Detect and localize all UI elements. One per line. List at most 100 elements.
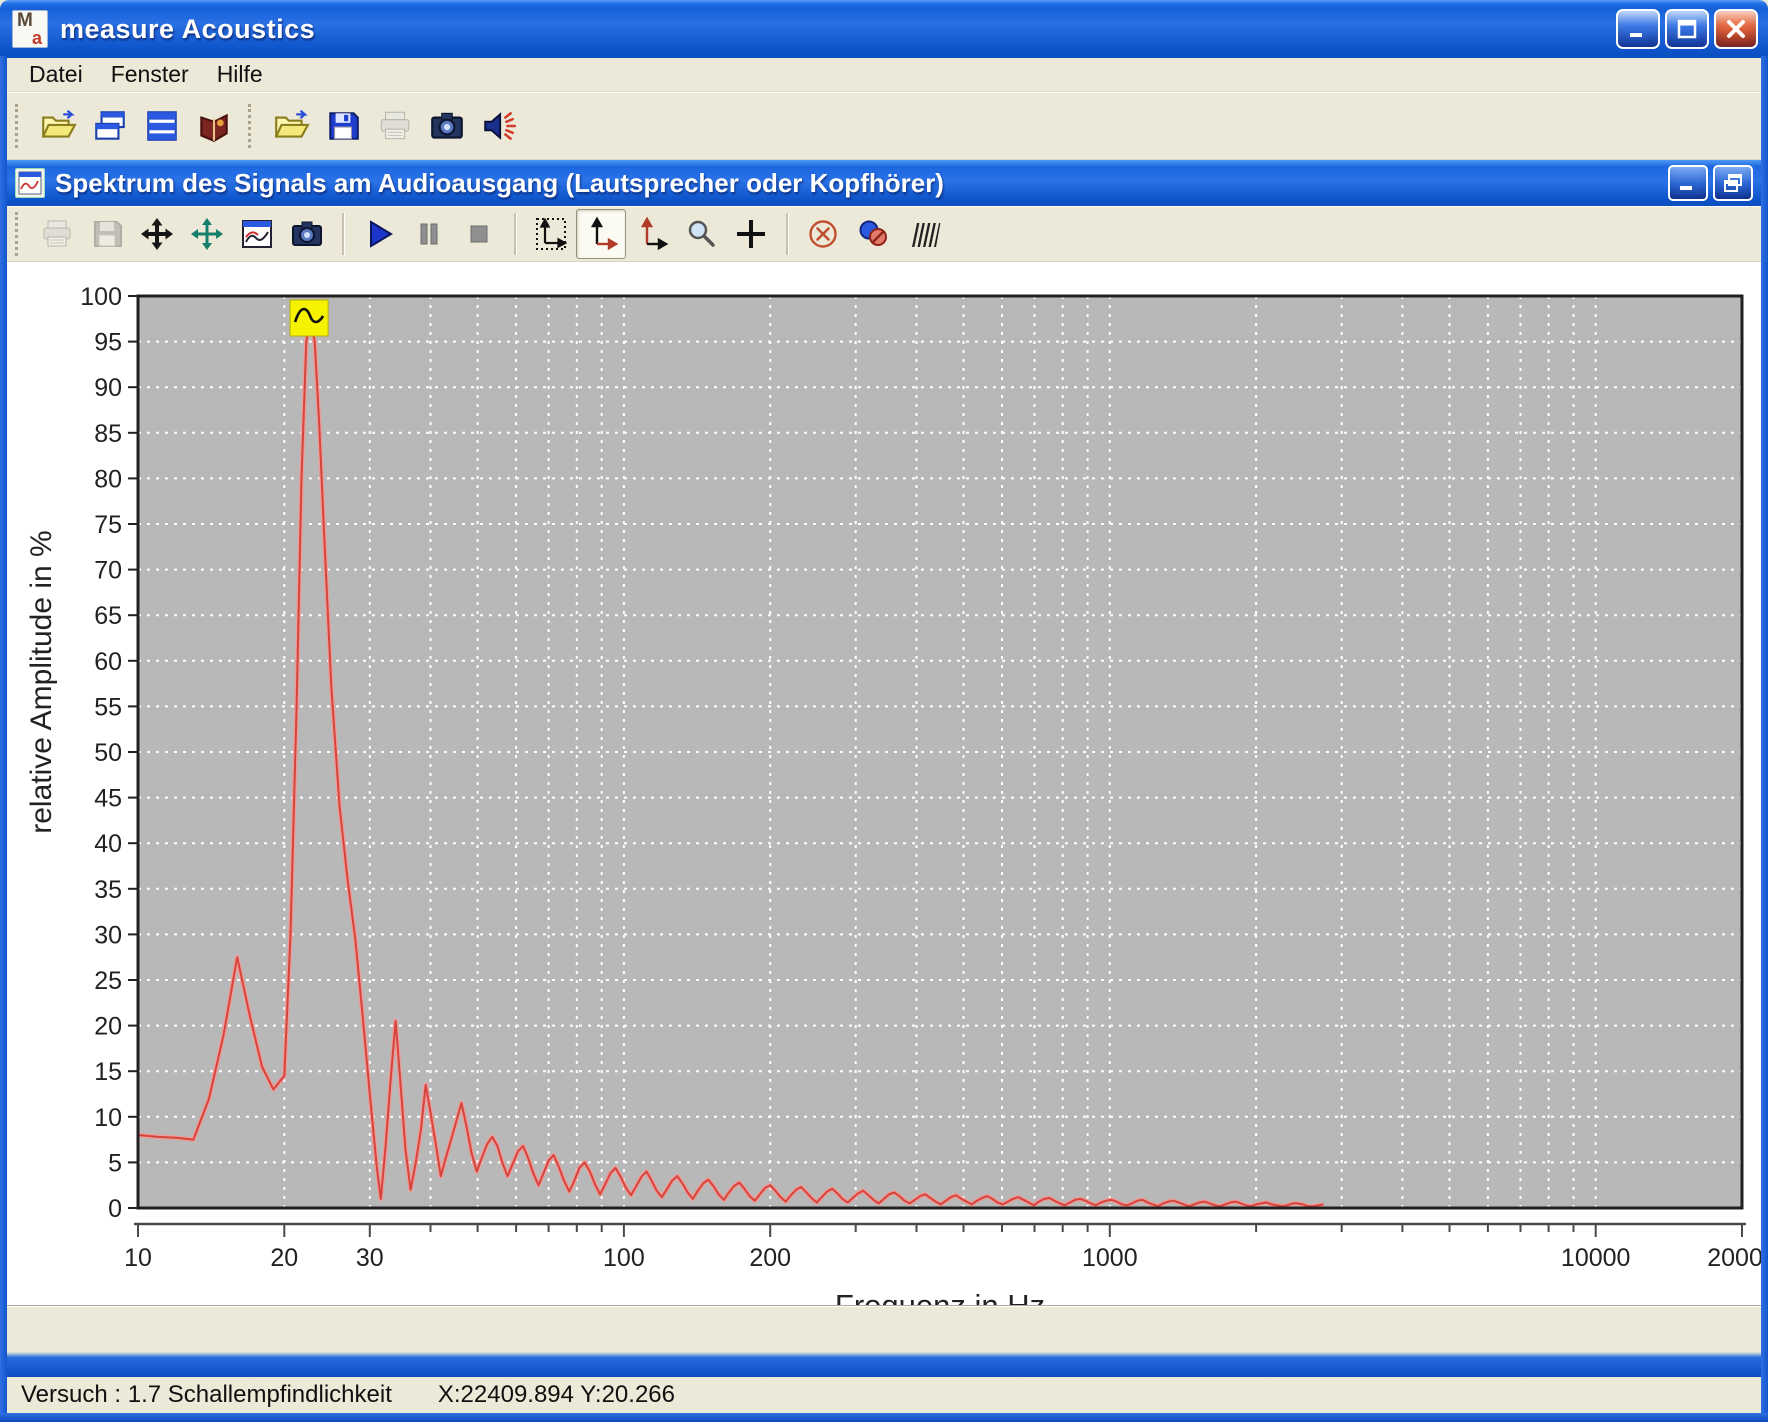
chart-toolbar (7, 206, 1761, 262)
curve-color-icon (855, 216, 891, 252)
pause-measurement-button[interactable] (404, 209, 454, 259)
status-experiment: Versuch : 1.7 Schallempfindlichkeit (21, 1381, 392, 1409)
cascade-windows-button[interactable] (84, 98, 136, 154)
svg-text:10000: 10000 (1561, 1244, 1631, 1272)
toolbar-grip[interactable] (15, 212, 18, 256)
svg-text:65: 65 (94, 602, 122, 630)
svg-text:100: 100 (80, 283, 122, 311)
mdi-background (7, 1352, 1761, 1377)
open-folder-icon (39, 107, 77, 145)
stop-measurement-button[interactable] (454, 209, 504, 259)
play-icon (361, 216, 397, 252)
snapshot-button[interactable] (421, 98, 473, 154)
svg-text:35: 35 (94, 876, 122, 904)
zoom-button[interactable] (676, 209, 726, 259)
svg-text:45: 45 (94, 785, 122, 813)
open-measurement-button[interactable] (265, 98, 317, 154)
pan-axes-button[interactable] (182, 209, 232, 259)
scale-y-axis-button[interactable] (576, 209, 626, 259)
child-minimize-button[interactable] (1668, 165, 1708, 201)
child-status-strip (7, 1305, 1761, 1352)
scale-x-axis-button[interactable] (626, 209, 676, 259)
spectrum-window-controls (1668, 165, 1753, 201)
child-restore-button[interactable] (1713, 165, 1753, 201)
sound-output-button[interactable] (473, 98, 525, 154)
svg-text:60: 60 (94, 648, 122, 676)
window-titlebar[interactable]: M a measure Acoustics (0, 0, 1768, 58)
spectrum-window-titlebar[interactable]: Spektrum des Signals am Audioausgang (La… (7, 160, 1761, 206)
menu-datei[interactable]: Datei (15, 61, 97, 88)
save-floppy-icon (89, 216, 125, 252)
tile-windows-button[interactable] (136, 98, 188, 154)
save-floppy-icon (324, 107, 362, 145)
svg-text:80: 80 (94, 465, 122, 493)
curve-color-button[interactable] (848, 209, 898, 259)
chart-snapshot-button[interactable] (282, 209, 332, 259)
spectrum-window-title: Spektrum des Signals am Audioausgang (La… (55, 168, 944, 199)
crosshair-icon (733, 216, 769, 252)
save-button[interactable] (317, 98, 369, 154)
maximize-button[interactable] (1665, 9, 1709, 49)
chart-area[interactable]: 0510152025303540455055606570758085909510… (7, 262, 1761, 1305)
toolbar-separator (786, 213, 788, 255)
print-icon (39, 216, 75, 252)
start-measurement-button[interactable] (354, 209, 404, 259)
pan-axes-icon (189, 216, 225, 252)
spectrum-chart[interactable]: 0510152025303540455055606570758085909510… (7, 262, 1761, 1305)
menubar: Datei Fenster Hilfe (7, 58, 1761, 92)
circled-x-icon (805, 216, 841, 252)
svg-text:20: 20 (94, 1013, 122, 1041)
svg-text:50: 50 (94, 739, 122, 767)
close-button[interactable] (1714, 9, 1758, 49)
window-controls (1616, 9, 1758, 49)
minimize-icon (1676, 171, 1700, 195)
pause-icon (411, 216, 447, 252)
graph-settings-button[interactable] (232, 209, 282, 259)
svg-text:40: 40 (94, 830, 122, 858)
minimize-button[interactable] (1616, 9, 1660, 49)
svg-text:70: 70 (94, 557, 122, 585)
svg-text:30: 30 (94, 921, 122, 949)
crosshair-button[interactable] (726, 209, 776, 259)
menu-fenster[interactable]: Fenster (97, 61, 203, 88)
axes-x-icon (633, 216, 669, 252)
svg-text:55: 55 (94, 693, 122, 721)
pan-arrows-icon (139, 216, 175, 252)
menu-hilfe[interactable]: Hilfe (203, 61, 277, 88)
scale-axes-select-button[interactable] (526, 209, 576, 259)
main-toolbar (7, 92, 1761, 160)
spectrum-window: Spektrum des Signals am Audioausgang (La… (7, 160, 1761, 1352)
print-icon (376, 107, 414, 145)
toolbar-grip[interactable] (15, 104, 18, 148)
curve-list-button[interactable] (898, 209, 948, 259)
svg-text:5: 5 (108, 1149, 122, 1177)
axes-selection-icon (533, 216, 569, 252)
app-icon: M a (12, 10, 48, 48)
svg-text:30: 30 (356, 1244, 384, 1272)
svg-text:15: 15 (94, 1058, 122, 1086)
help-button[interactable] (188, 98, 240, 154)
svg-text:10: 10 (94, 1104, 122, 1132)
pan-button[interactable] (132, 209, 182, 259)
delete-curve-button[interactable] (798, 209, 848, 259)
toolbar-grip[interactable] (248, 104, 251, 148)
status-bar: Versuch : 1.7 Schallempfindlichkeit X:22… (7, 1377, 1761, 1413)
minimize-icon (1625, 16, 1651, 42)
chart-save-button[interactable] (82, 209, 132, 259)
close-icon (1723, 16, 1749, 42)
svg-text:Frequenz in Hz: Frequenz in Hz (835, 1288, 1045, 1305)
open-experiment-button[interactable] (32, 98, 84, 154)
axes-y-icon (583, 216, 619, 252)
toolbar-separator (514, 213, 516, 255)
chart-print-button[interactable] (32, 209, 82, 259)
graph-window-icon (239, 216, 275, 252)
print-button[interactable] (369, 98, 421, 154)
open-folder-icon (272, 107, 310, 145)
spectrum-window-icon (15, 168, 45, 198)
curve-comb-icon (905, 216, 941, 252)
svg-text:0: 0 (108, 1195, 122, 1223)
help-book-icon (195, 107, 233, 145)
svg-text:100: 100 (603, 1244, 645, 1272)
svg-text:75: 75 (94, 511, 122, 539)
toolbar-separator (342, 213, 344, 255)
